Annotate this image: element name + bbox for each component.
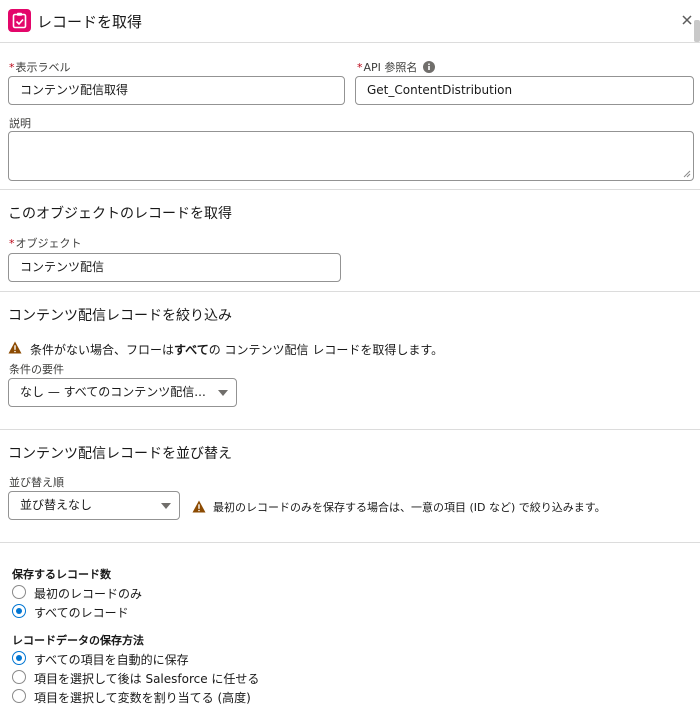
warning-icon (192, 500, 206, 513)
store-method-label: レコードデータの保存方法 (12, 634, 144, 647)
api-name-label: *API 参照名 (357, 59, 436, 76)
radio-choose-fields-salesforce[interactable] (12, 670, 26, 684)
radio-store-all-fields-label[interactable]: すべての項目を自動的に保存 (34, 651, 189, 668)
section-divider (0, 429, 700, 430)
api-name-input[interactable]: Get_ContentDistribution (355, 76, 694, 105)
close-icon[interactable] (680, 13, 694, 27)
sort-order-label: 並び替え順 (9, 476, 64, 489)
object-input[interactable]: コンテンツ配信 (8, 253, 341, 282)
condition-label: 条件の要件 (9, 363, 64, 376)
info-icon[interactable] (423, 61, 436, 76)
modal-header: レコードを取得 (0, 0, 700, 43)
sort-warning: 最初のレコードのみを保存する場合は、一意の項目 (ID など) で絞り込みます。 (213, 501, 606, 514)
scrollbar-handle[interactable] (694, 20, 700, 42)
condition-select[interactable]: なし — すべてのコンテンツ配信... (8, 378, 237, 407)
radio-choose-fields-salesforce-label[interactable]: 項目を選択して後は Salesforce に任せる (34, 670, 259, 687)
modal-title: レコードを取得 (37, 13, 143, 31)
radio-all-records-label[interactable]: すべてのレコード (34, 604, 129, 621)
chevron-down-icon (161, 503, 171, 509)
radio-all-records[interactable] (12, 604, 26, 618)
radio-store-all-fields[interactable] (12, 651, 26, 665)
sort-order-select-value: 並び替えなし (20, 498, 93, 512)
label-field-input[interactable]: コンテンツ配信取得 (8, 76, 345, 105)
radio-choose-fields-variables-label[interactable]: 項目を選択して変数を割り当てる (高度) (34, 689, 251, 706)
section-divider (0, 291, 700, 292)
label-field-label: *表示ラベル (9, 61, 71, 74)
condition-select-value: なし — すべてのコンテンツ配信... (20, 385, 206, 399)
object-section-title: このオブジェクトのレコードを取得 (8, 206, 232, 222)
chevron-down-icon (218, 390, 228, 396)
sort-section-title: コンテンツ配信レコードを並び替え (8, 446, 232, 462)
section-divider (0, 542, 700, 543)
get-records-icon (8, 9, 31, 32)
radio-first-record[interactable] (12, 585, 26, 599)
object-label: *オブジェクト (9, 237, 82, 250)
radio-first-record-label[interactable]: 最初のレコードのみ (34, 585, 142, 602)
section-divider (0, 189, 700, 190)
description-label: 説明 (9, 117, 31, 130)
record-count-label: 保存するレコード数 (12, 568, 111, 581)
resize-grip-icon[interactable] (683, 170, 691, 178)
filter-section-title: コンテンツ配信レコードを絞り込み (8, 308, 232, 324)
description-textarea[interactable] (8, 131, 694, 181)
no-condition-warning: 条件がない場合、フローはすべての コンテンツ配信 レコードを取得します。 (30, 343, 444, 357)
warning-icon (8, 341, 22, 354)
sort-order-select[interactable]: 並び替えなし (8, 491, 180, 520)
radio-choose-fields-variables[interactable] (12, 689, 26, 703)
